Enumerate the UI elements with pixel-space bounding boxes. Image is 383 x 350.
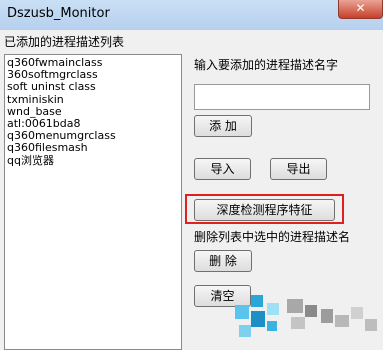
delete-prompt: 删除列表中选中的进程描述名 (194, 230, 351, 244)
import-button[interactable]: 导入 (194, 158, 251, 180)
watermark-logo (225, 285, 383, 350)
process-list[interactable]: q360fwmainclass 360softmgrclass soft uni… (4, 54, 182, 350)
list-item[interactable]: soft uninst class (7, 81, 181, 93)
process-name-input[interactable] (194, 84, 370, 110)
close-icon: ✕ (355, 1, 366, 15)
app-window: Dszusb_Monitor ✕ 已添加的进程描述列表 q360fwmaincl… (0, 0, 383, 350)
window-title: Dszusb_Monitor (7, 6, 110, 21)
close-button[interactable]: ✕ (338, 0, 383, 19)
add-prompt: 输入要添加的进程描述名字 (194, 58, 339, 72)
list-item[interactable]: txminiskin (7, 93, 181, 106)
list-item[interactable]: qq浏览器 (7, 154, 181, 167)
list-heading: 已添加的进程描述列表 (4, 35, 125, 49)
deep-detect-button[interactable]: 深度检测程序特征 (194, 199, 335, 221)
list-item[interactable]: q360filesmash (7, 142, 181, 154)
delete-button[interactable]: 删 除 (194, 250, 252, 272)
add-button[interactable]: 添 加 (194, 115, 252, 137)
export-button[interactable]: 导出 (270, 158, 327, 180)
title-bar[interactable]: Dszusb_Monitor (0, 0, 383, 30)
